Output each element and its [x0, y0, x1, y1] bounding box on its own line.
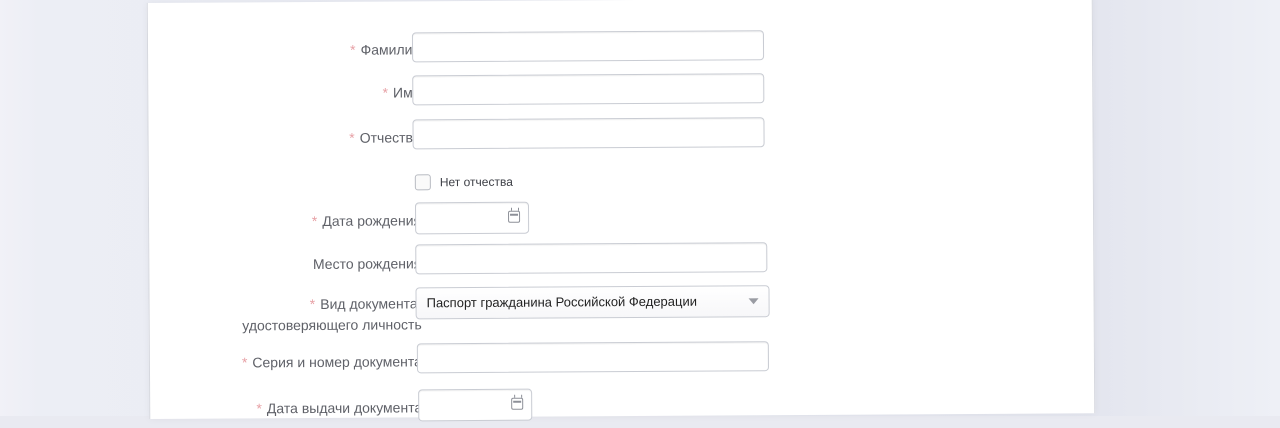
name-row: * Имя — [148, 71, 1092, 113]
birth-place-row: Место рождения — [149, 240, 1093, 282]
screen-surface: *Фамилия *Имя *Отчество Нет отчества — [19, 0, 1262, 422]
birth-date-row: * Дата рождения — [149, 198, 1093, 240]
required-marker: * — [309, 295, 316, 313]
required-marker: * — [350, 41, 356, 58]
document-number-label: * Серия и номер документа — [241, 353, 422, 371]
calendar-icon[interactable] — [511, 397, 524, 410]
patronymic-input[interactable] — [412, 117, 765, 150]
required-marker: * — [349, 129, 355, 146]
birth-date-label: * Дата рождения — [311, 212, 422, 230]
no-patronymic-checkbox[interactable] — [414, 174, 431, 191]
required-marker: * — [311, 212, 318, 230]
chevron-down-icon[interactable] — [748, 298, 759, 305]
surname-label: * Фамилия — [350, 41, 421, 58]
issue-date-input[interactable] — [418, 388, 533, 422]
document-number-row: * Серия и номер документа — [150, 339, 1094, 381]
required-marker: * — [256, 400, 262, 417]
name-label: * Имя — [382, 84, 421, 101]
birth-date-input[interactable] — [414, 201, 530, 235]
document-number-input[interactable] — [416, 341, 769, 374]
birth-place-input[interactable] — [415, 242, 768, 275]
required-marker: * — [382, 84, 389, 101]
patronymic-row: * Отчество — [148, 115, 1092, 157]
required-marker: * — [241, 354, 248, 371]
patronymic-label: * Отчество — [349, 129, 421, 146]
surname-row: * Фамилия — [148, 28, 1092, 70]
name-input[interactable] — [412, 73, 765, 106]
personal-data-form: *Фамилия *Имя *Отчество Нет отчества — [148, 0, 1095, 422]
no-patronymic-label[interactable]: Нет отчества — [440, 174, 513, 190]
form-panel: *Фамилия *Имя *Отчество Нет отчества — [146, 0, 1096, 422]
issue-date-label: * Дата выдачи документа — [256, 399, 423, 417]
calendar-icon[interactable] — [508, 210, 521, 223]
issue-date-row: * Дата выдачи документа — [150, 385, 1094, 427]
document-type-row: * Вид документа, удостоверяющего личность… — [149, 283, 1093, 333]
document-type-selected: Паспорт гражданина Российской Федерации — [426, 293, 698, 311]
document-type-select[interactable]: Паспорт гражданина Российской Федерации — [415, 285, 770, 320]
birth-place-label: Место рождения — [312, 255, 422, 272]
surname-input[interactable] — [411, 30, 765, 63]
document-type-label: * Вид документа, удостоверяющего личность — [242, 295, 422, 334]
